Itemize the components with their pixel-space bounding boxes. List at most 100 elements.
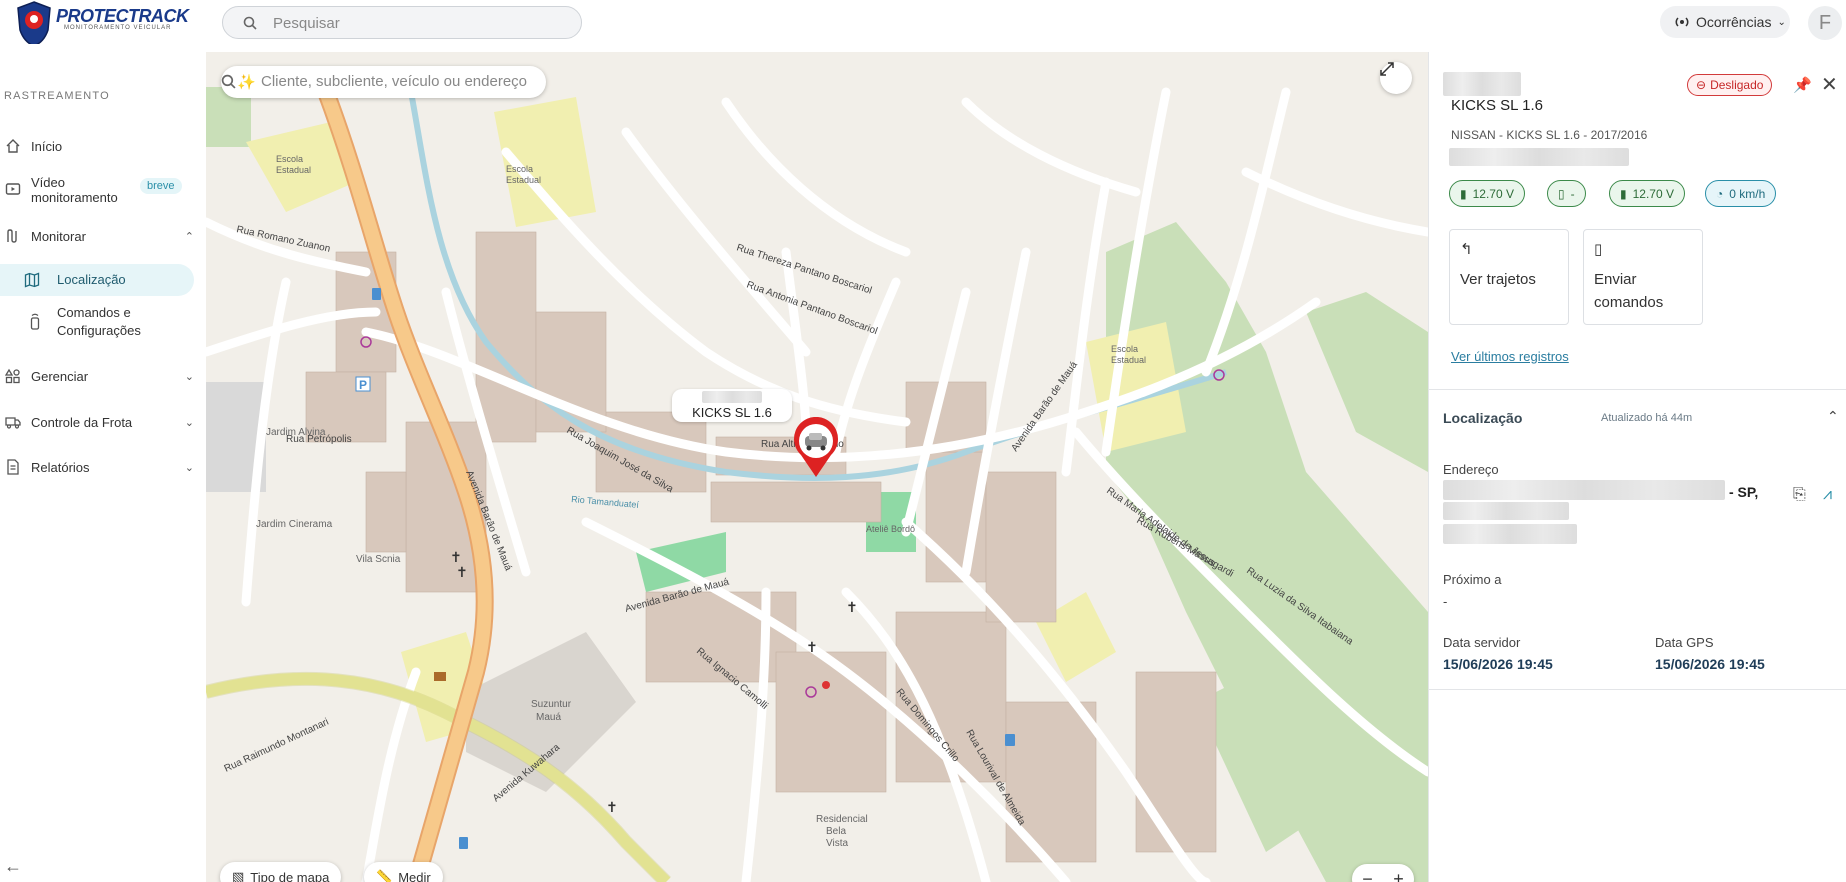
street-label: Rua Raimundo Montanari	[223, 717, 331, 775]
occurrences-dropdown[interactable]: Ocorrências ⌄	[1660, 6, 1790, 38]
car-pin-icon	[794, 417, 838, 477]
sidebar-item-label: Vídeo monitoramento	[31, 175, 118, 205]
sidebar-item-relatorios[interactable]: Relatórios ⌄	[0, 455, 196, 479]
chevron-up-icon[interactable]: ⌃	[1827, 408, 1839, 425]
monitor-route-icon	[4, 227, 22, 245]
redacted-address	[1443, 480, 1725, 500]
sidebar-item-inicio[interactable]: Início	[0, 134, 196, 158]
last-records-link[interactable]: Ver últimos registros	[1451, 349, 1569, 364]
speedometer-icon: ◔	[1716, 186, 1724, 201]
status-label: Desligado	[1710, 78, 1764, 92]
map-search[interactable]: ✨ Cliente, subcliente, veículo ou endere…	[221, 66, 546, 98]
user-avatar[interactable]: F	[1808, 6, 1842, 40]
battery-value: 12.70 V	[1472, 186, 1514, 201]
chevron-down-icon: ⌄	[184, 370, 194, 383]
measure-button[interactable]: 📏 Medir	[364, 862, 443, 882]
zoom-in-button[interactable]: +	[1393, 869, 1404, 882]
address-label: Endereço	[1443, 462, 1499, 477]
video-icon	[4, 180, 22, 198]
fullscreen-button[interactable]	[1380, 62, 1412, 94]
measure-label: Medir	[398, 869, 431, 882]
sidebar-subitem-label: Localização	[57, 272, 126, 287]
route-icon: ↰	[1460, 241, 1473, 258]
share-icon[interactable]: ⩘	[1823, 486, 1832, 504]
commands-label: Enviar comandos	[1594, 271, 1664, 311]
divider	[1429, 689, 1846, 690]
search-input[interactable]	[273, 13, 563, 33]
sidebar-item-label: Início	[31, 138, 63, 154]
status-badge: ⊖ Desligado	[1687, 74, 1773, 96]
copy-icon[interactable]: ⎘	[1793, 486, 1806, 504]
server-date-value: 15/06/2026 19:45	[1443, 656, 1553, 672]
sidebar-item-monitorar[interactable]: Monitorar ⌃	[0, 224, 196, 248]
church-icon: ✝	[456, 564, 468, 580]
speed-pill: ◔ 0 km/h	[1705, 180, 1777, 207]
vehicle-map-label-text: KICKS SL 1.6	[692, 405, 772, 420]
map-view[interactable]: Rua Antonia Pantano Boscariol Rua Therez…	[206, 52, 1428, 882]
zoom-controls[interactable]: − +	[1352, 864, 1414, 882]
battery-icon: ▯	[1558, 186, 1565, 201]
expand-icon	[1380, 62, 1394, 76]
shapes-icon	[4, 367, 22, 385]
gps-date-value: 15/06/2026 19:45	[1655, 656, 1765, 672]
pin-icon[interactable]: 📌	[1793, 76, 1812, 94]
occurrences-label: Ocorrências	[1696, 14, 1772, 30]
sidebar-item-label: Controle da Frota	[31, 414, 133, 430]
global-search[interactable]	[222, 6, 582, 39]
chevron-down-icon: ⌄	[184, 416, 194, 429]
sidebar-section-title: RASTREAMENTO	[4, 90, 110, 102]
sidebar-subitem-localizacao[interactable]: Localização	[0, 264, 194, 296]
place-label: Ateliê Bordô	[866, 524, 915, 534]
power-off-icon: ⊖	[1696, 78, 1707, 92]
place-label: Estadual	[506, 175, 541, 185]
truck-icon	[4, 413, 22, 431]
vehicle-subtitle: NISSAN - KICKS SL 1.6 - 2017/2016	[1451, 128, 1648, 142]
close-icon[interactable]: ✕	[1821, 72, 1838, 97]
church-icon: ✝	[806, 639, 818, 655]
chevron-down-icon: ⌄	[184, 461, 194, 474]
commands-card[interactable]: ▯ Enviar comandos	[1583, 229, 1703, 325]
collapse-sidebar-arrow-icon[interactable]: ←	[4, 856, 22, 877]
theater-icon	[434, 672, 446, 681]
place-label: Vila Scnia	[356, 554, 401, 565]
brand-logo[interactable]: PROTECTRACK MONITORAMENTO VEICULAR	[14, 0, 189, 48]
sidebar: RASTREAMENTO Início Vídeo monitoramento …	[0, 44, 206, 882]
map-search-placeholder: Cliente, subcliente, veículo ou endereço	[261, 73, 528, 90]
redacted-plate	[1443, 72, 1521, 96]
near-label: Próximo a	[1443, 572, 1502, 587]
zoom-out-button[interactable]: −	[1362, 869, 1373, 882]
place-label: Vista	[826, 838, 848, 849]
sidebar-item-controle-frota[interactable]: Controle da Frota ⌄	[0, 410, 196, 434]
bus-icon	[1005, 734, 1015, 746]
redacted-info	[1449, 148, 1629, 166]
church-icon: ✝	[450, 549, 462, 565]
chevron-up-icon: ⌃	[184, 230, 194, 243]
sidebar-item-gerenciar[interactable]: Gerenciar ⌄	[0, 364, 196, 388]
place-label: Escola	[1111, 344, 1138, 354]
ruler-icon: 📏	[376, 869, 393, 882]
svg-text:P: P	[359, 378, 367, 392]
park-area	[1306, 292, 1428, 472]
map-type-button[interactable]: ▧ Tipo de mapa	[220, 862, 342, 882]
remote-icon	[26, 312, 44, 330]
search-icon	[243, 16, 257, 30]
sidebar-item-video[interactable]: Vídeo monitoramento breve	[0, 172, 196, 208]
vehicle-title: KICKS SL 1.6	[1451, 97, 1543, 114]
sidebar-item-label: Monitorar	[31, 228, 86, 244]
river-label: Rio Tamanduateí	[571, 494, 640, 510]
sidebar-subitem-comandos[interactable]: Comandos e Configurações	[0, 302, 196, 342]
trips-label: Ver trajetos	[1460, 271, 1536, 288]
place-label: Residencial	[816, 814, 868, 825]
battery-icon: ▮	[1620, 186, 1627, 201]
home-icon	[4, 137, 22, 155]
address-suffix: - SP,	[1729, 484, 1759, 500]
map-icon	[24, 272, 40, 293]
voltage-pill: ▮ 12.70 V	[1609, 180, 1685, 207]
church-icon: ✝	[606, 799, 618, 815]
trips-card[interactable]: ↰ Ver trajetos	[1449, 229, 1569, 325]
battery-icon: ▮	[1460, 186, 1467, 201]
sidebar-item-label: Gerenciar	[31, 368, 89, 384]
vehicle-marker[interactable]	[789, 417, 843, 479]
top-bar: PROTECTRACK MONITORAMENTO VEICULAR Ocorr…	[0, 0, 1846, 47]
vehicle-map-label: KICKS SL 1.6	[672, 389, 792, 422]
